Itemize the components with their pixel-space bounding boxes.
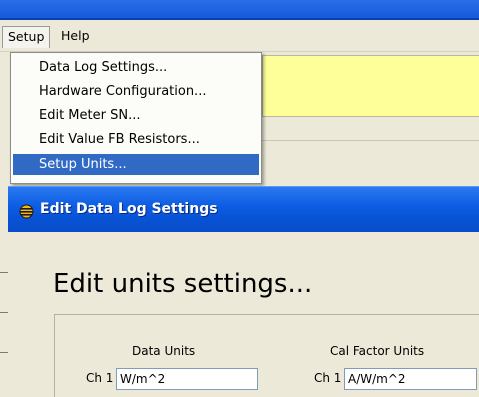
data-units-ch1-label: Ch 1 — [86, 371, 114, 385]
dialog-title-bar[interactable]: Edit Data Log Settings — [8, 186, 479, 232]
info-panel — [262, 55, 479, 117]
app-icon — [19, 204, 34, 219]
setup-dropdown-menu: Data Log Settings... Hardware Configurat… — [10, 52, 262, 184]
menu-bar: Setup Help — [0, 20, 479, 52]
divider — [262, 140, 479, 141]
data-units-header: Data Units — [132, 344, 196, 358]
window-title-bar — [0, 0, 479, 20]
menu-item-hardware-configuration[interactable]: Hardware Configuration... — [13, 81, 259, 102]
menu-setup[interactable]: Setup — [2, 26, 51, 48]
menu-item-setup-units[interactable]: Setup Units... — [13, 154, 259, 175]
menu-item-edit-meter-sn[interactable]: Edit Meter SN... — [13, 105, 259, 126]
menu-help[interactable]: Help — [56, 26, 95, 48]
menu-item-data-log-settings[interactable]: Data Log Settings... — [13, 57, 259, 78]
cal-factor-units-ch1-input[interactable] — [344, 368, 477, 390]
dialog-heading: Edit units settings... — [53, 269, 313, 299]
edit-data-log-settings-dialog: Edit Data Log Settings Edit units settin… — [8, 186, 479, 397]
dialog-title: Edit Data Log Settings — [40, 201, 218, 217]
cal-factor-units-ch1-label: Ch 1 — [314, 371, 342, 385]
background-window-edge — [0, 232, 8, 397]
data-units-ch1-input[interactable] — [116, 368, 258, 390]
cal-factor-units-header: Cal Factor Units — [330, 344, 425, 358]
menu-item-edit-value-fb-resistors[interactable]: Edit Value FB Resistors... — [13, 129, 259, 150]
